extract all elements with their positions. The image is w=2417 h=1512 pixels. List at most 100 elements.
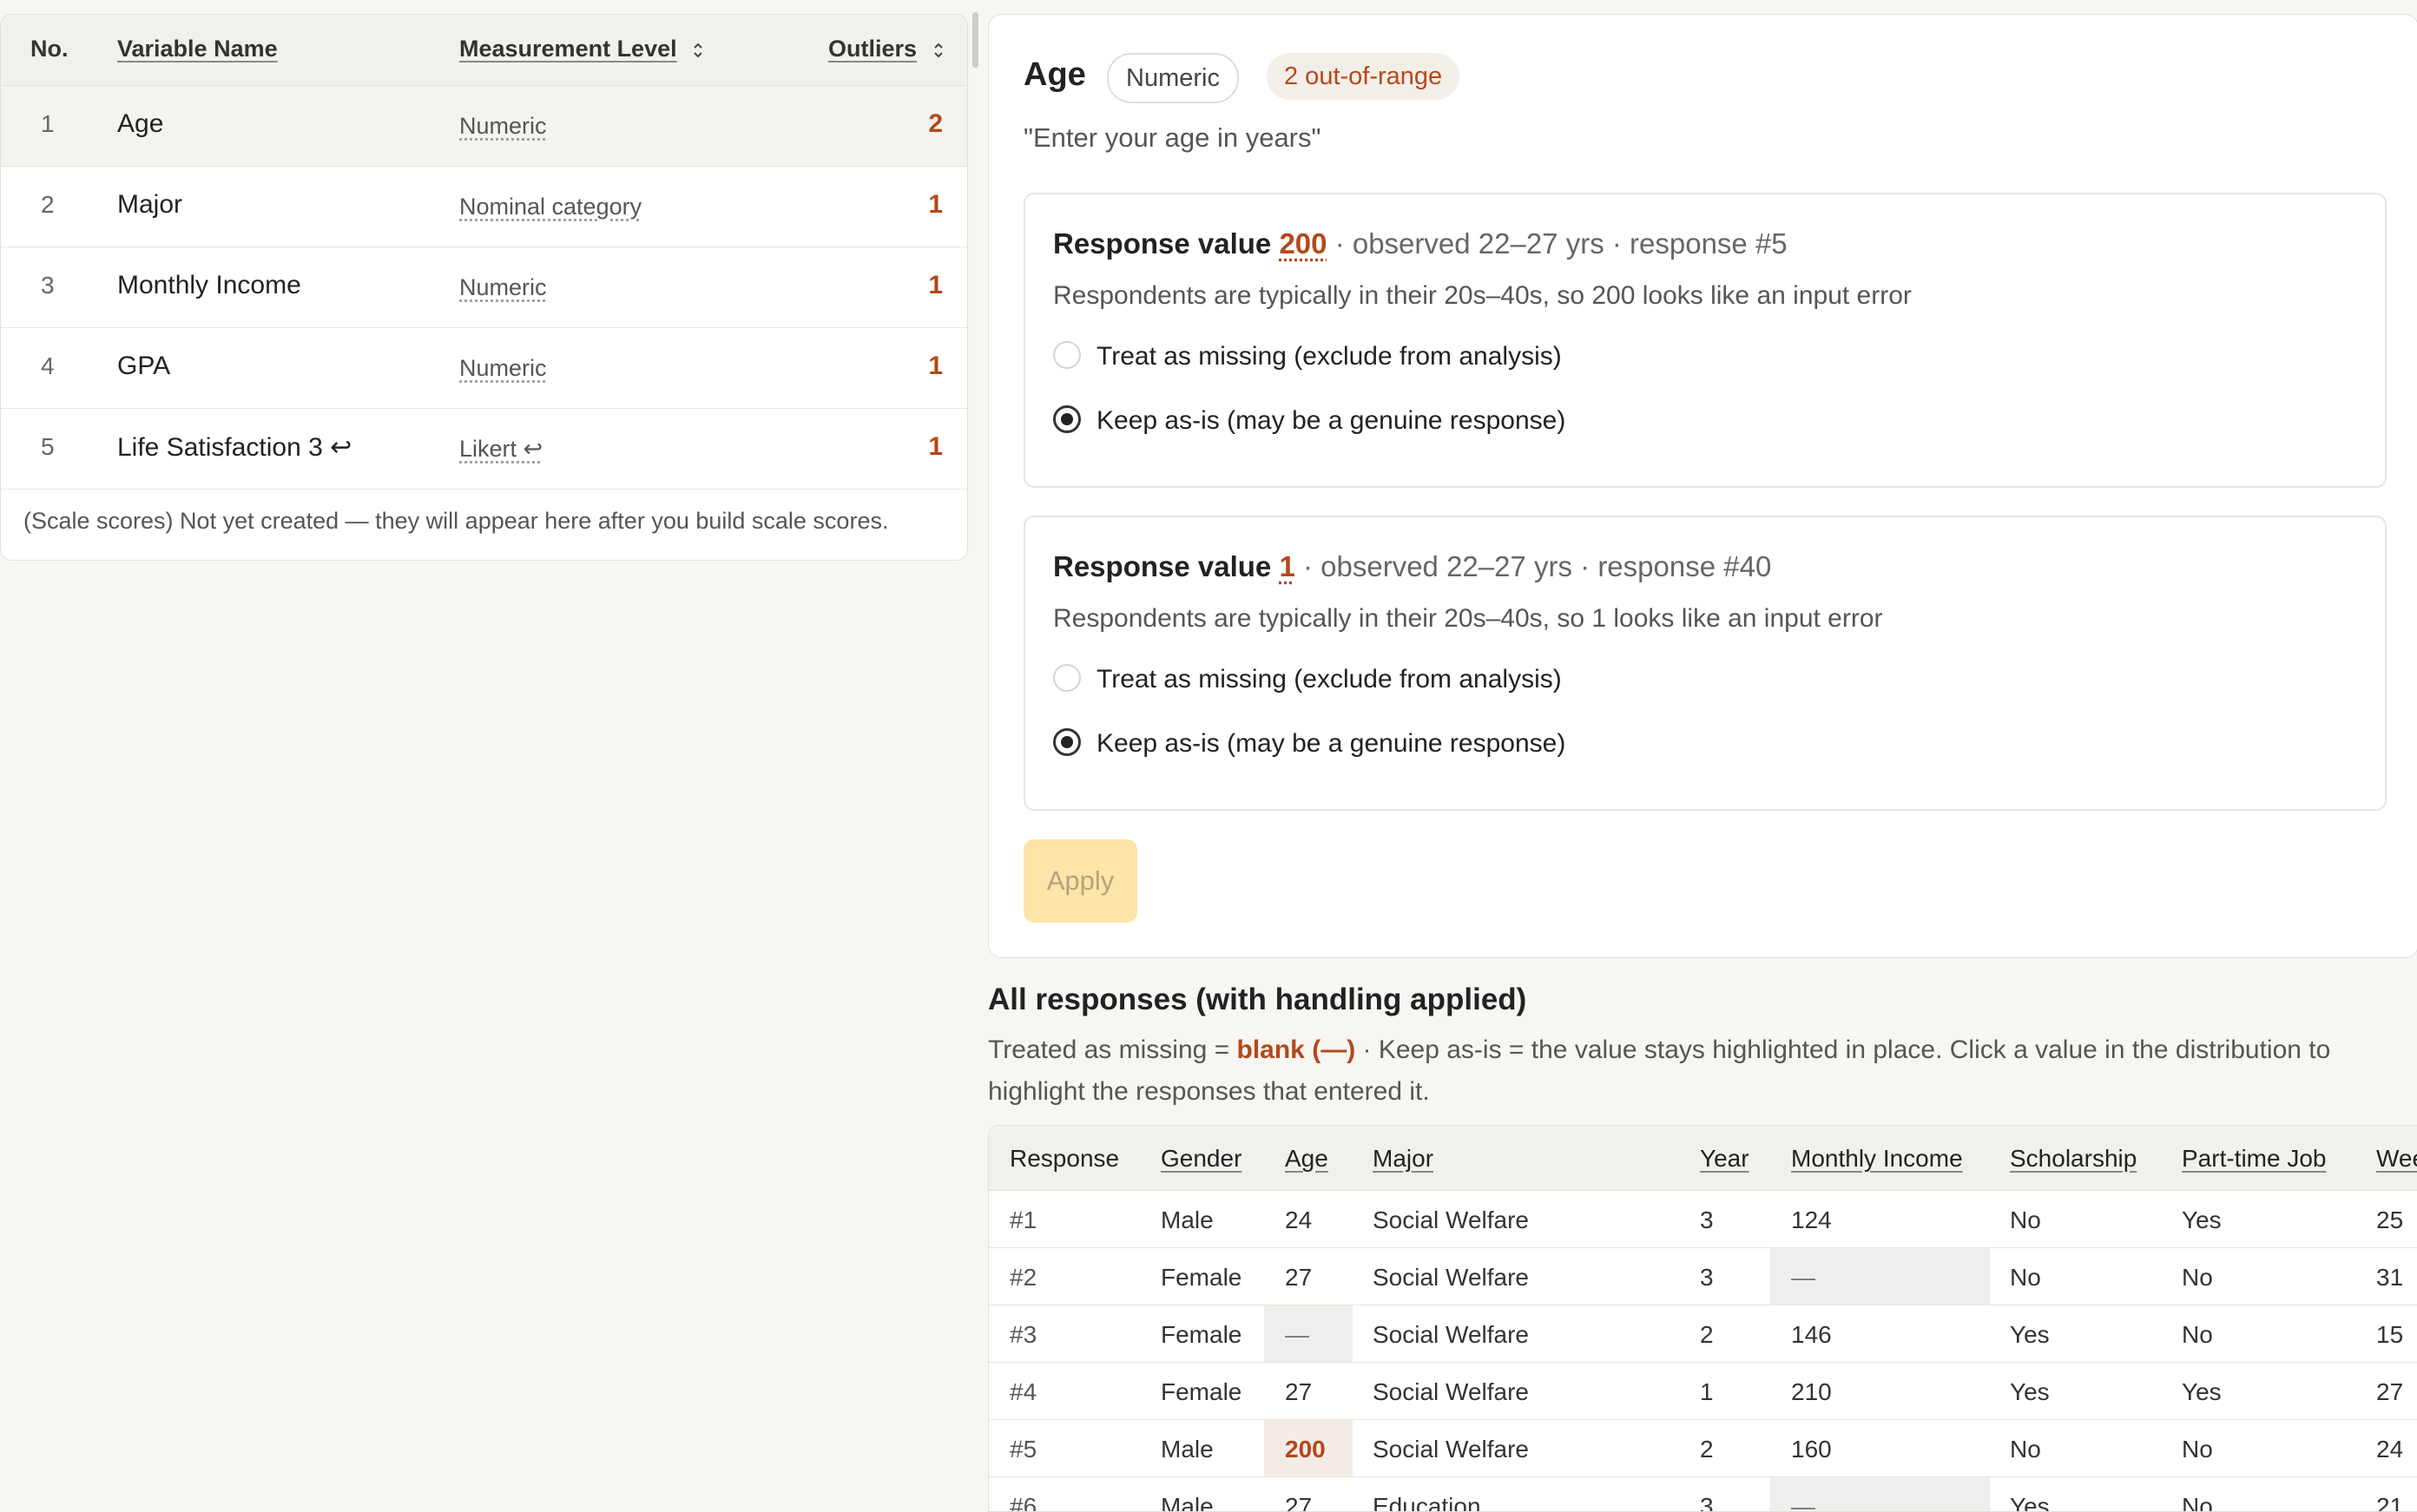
scrollbar-thumb[interactable] xyxy=(972,12,978,68)
outlier-meta: · observed 22–27 yrs · response #40 xyxy=(1302,550,1772,582)
response-value-label: Response value xyxy=(1053,227,1272,260)
sort-icon xyxy=(933,43,943,58)
cell-scholarship: Yes xyxy=(2010,1378,2050,1405)
outlier-description: Respondents are typically in their 20s–4… xyxy=(1053,281,1912,310)
cell-monthly-income: — xyxy=(1791,1493,1815,1512)
cell-part-time-job: Yes xyxy=(2182,1206,2222,1233)
cell-gender: Male xyxy=(1161,1206,1214,1233)
apply-button[interactable]: Apply xyxy=(1024,839,1137,923)
outlier-count: 1 xyxy=(928,271,943,299)
header-measurement-level[interactable]: Measurement Level xyxy=(459,36,704,62)
table-row: #4 Female 27 Social Welfare 1 210 Yes Ye… xyxy=(989,1363,2417,1420)
variable-row-gpa[interactable]: 4 GPA Numeric 1 xyxy=(1,328,967,409)
table-row: #2 Female 27 Social Welfare 3 — No No 31 xyxy=(989,1248,2417,1305)
outlier-count: 1 xyxy=(928,432,943,461)
cell-gender: Male xyxy=(1161,1436,1214,1463)
col-year[interactable]: Year xyxy=(1700,1145,1749,1173)
cell-monthly-income: 146 xyxy=(1791,1321,1832,1348)
header-variable-name[interactable]: Variable Name xyxy=(117,36,278,62)
cell-response: #5 xyxy=(1010,1436,1037,1463)
variable-row-age[interactable]: 1 Age Numeric 2 xyxy=(1,86,967,167)
variable-row-major[interactable]: 2 Major Nominal category 1 xyxy=(1,167,967,247)
cell-part-time-job: No xyxy=(2182,1436,2213,1463)
cell-gender: Male xyxy=(1161,1493,1214,1512)
measurement-level[interactable]: Nominal category xyxy=(459,194,642,220)
cell-scholarship: Yes xyxy=(2010,1321,2050,1348)
cell-monthly-income: 124 xyxy=(1791,1206,1832,1233)
option-label: Keep as-is (may be a genuine response) xyxy=(1097,729,1566,758)
col-major[interactable]: Major xyxy=(1373,1145,1433,1173)
responses-section-description: Treated as missing = blank (—) · Keep as… xyxy=(988,1029,2417,1113)
option-treat-missing[interactable]: Treat as missing (exclude from analysis) xyxy=(1053,664,1562,694)
cell-age: 27 xyxy=(1285,1264,1313,1291)
measurement-level[interactable]: Numeric xyxy=(459,274,547,301)
col-response: Response xyxy=(1010,1145,1120,1172)
level-badge: Numeric xyxy=(1107,53,1239,103)
col-scholarship[interactable]: Scholarship xyxy=(2010,1145,2137,1173)
cell-weekly: 27 xyxy=(2376,1378,2404,1405)
cell-year: 2 xyxy=(1700,1436,1714,1463)
cell-scholarship: No xyxy=(2010,1206,2041,1233)
row-number: 1 xyxy=(41,110,55,137)
measurement-level[interactable]: Likert ↩ xyxy=(459,436,543,463)
header-outliers[interactable]: Outliers xyxy=(828,36,945,62)
cell-monthly-income: 210 xyxy=(1791,1378,1832,1405)
cell-scholarship: Yes xyxy=(2010,1493,2050,1512)
cell-response: #3 xyxy=(1010,1321,1037,1348)
col-weekly[interactable]: Wee xyxy=(2376,1145,2417,1173)
cell-scholarship: No xyxy=(2010,1436,2041,1463)
variable-name: Monthly Income xyxy=(117,271,301,299)
outlier-card: Response value 1 · observed 22–27 yrs · … xyxy=(1024,516,2387,811)
radio-button-selected[interactable] xyxy=(1053,405,1081,434)
option-keep-as-is[interactable]: Keep as-is (may be a genuine response) xyxy=(1053,405,1565,436)
cell-gender: Female xyxy=(1161,1378,1242,1405)
outlier-count: 2 xyxy=(928,109,943,138)
cell-gender: Female xyxy=(1161,1264,1242,1291)
header-no: No. xyxy=(30,36,69,62)
variable-row-monthly-income[interactable]: 3 Monthly Income Numeric 1 xyxy=(1,247,967,328)
variable-row-life-satisfaction-3[interactable]: 5 Life Satisfaction 3 ↩ Likert ↩ 1 xyxy=(1,409,967,490)
variable-table-header: No. Variable Name Measurement Level Outl… xyxy=(1,15,967,86)
cell-weekly: 15 xyxy=(2376,1321,2404,1348)
cell-gender: Female xyxy=(1161,1321,1242,1348)
cell-major: Social Welfare xyxy=(1373,1206,1530,1233)
cell-major: Education xyxy=(1373,1493,1481,1512)
cell-part-time-job: No xyxy=(2182,1264,2213,1291)
measurement-level[interactable]: Numeric xyxy=(459,355,547,382)
variable-name: Age xyxy=(117,109,164,138)
cell-response: #2 xyxy=(1010,1264,1037,1291)
cell-weekly: 31 xyxy=(2376,1264,2404,1291)
outlier-value[interactable]: 1 xyxy=(1279,550,1294,582)
cell-weekly: 25 xyxy=(2376,1206,2404,1233)
row-number: 2 xyxy=(41,191,55,218)
cell-major: Social Welfare xyxy=(1373,1436,1530,1463)
option-treat-missing[interactable]: Treat as missing (exclude from analysis) xyxy=(1053,341,1562,371)
responses-section-title: All responses (with handling applied) xyxy=(988,983,1527,1016)
cell-major: Social Welfare xyxy=(1373,1378,1530,1405)
option-label: Treat as missing (exclude from analysis) xyxy=(1097,665,1562,694)
outlier-meta: · observed 22–27 yrs · response #5 xyxy=(1334,227,1788,260)
cell-weekly: 21 xyxy=(2376,1493,2404,1512)
col-part-time-job[interactable]: Part-time Job xyxy=(2182,1145,2327,1173)
table-row: #1 Male 24 Social Welfare 3 124 No Yes 2… xyxy=(989,1191,2417,1248)
desc-blank-marker: blank (—) xyxy=(1236,1035,1356,1064)
table-row: #5 Male 200 Social Welfare 2 160 No No 2… xyxy=(989,1420,2417,1477)
cell-response: #1 xyxy=(1010,1206,1037,1233)
measurement-level[interactable]: Numeric xyxy=(459,113,547,140)
outlier-count: 1 xyxy=(928,190,943,219)
row-number: 3 xyxy=(41,272,55,299)
radio-button[interactable] xyxy=(1053,341,1081,370)
radio-button-selected[interactable] xyxy=(1053,728,1081,757)
col-gender[interactable]: Gender xyxy=(1161,1145,1241,1173)
desc-prefix: Treated as missing = xyxy=(988,1035,1237,1064)
col-monthly-income[interactable]: Monthly Income xyxy=(1791,1145,1963,1173)
option-keep-as-is[interactable]: Keep as-is (may be a genuine response) xyxy=(1053,728,1566,759)
radio-button[interactable] xyxy=(1053,664,1081,693)
outlier-count-badge: 2 out-of-range xyxy=(1267,53,1460,100)
col-age[interactable]: Age xyxy=(1285,1145,1328,1173)
outlier-value[interactable]: 200 xyxy=(1279,227,1327,260)
cell-major: Social Welfare xyxy=(1373,1321,1530,1348)
cell-weekly: 24 xyxy=(2376,1436,2404,1463)
cell-part-time-job: No xyxy=(2182,1321,2213,1348)
response-value-label: Response value xyxy=(1053,550,1272,582)
